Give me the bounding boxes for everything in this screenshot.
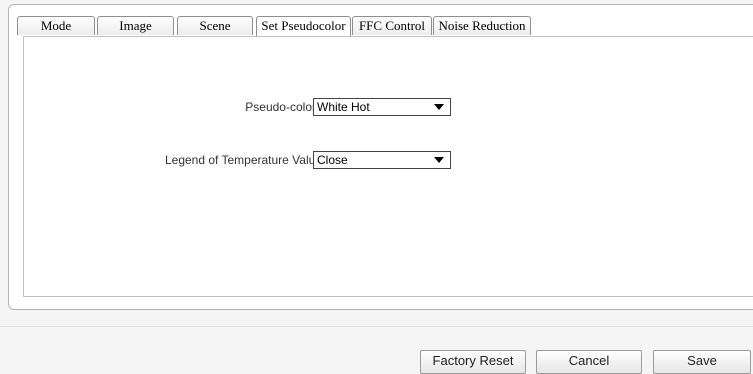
tab-set-pseudocolor[interactable]: Set Pseudocolor [256,16,351,36]
legend-temperature-label: Legend of Temperature Value [164,153,322,167]
cancel-button[interactable]: Cancel [536,350,642,374]
tab-image[interactable]: Image [97,16,174,35]
chevron-down-icon [434,104,444,110]
tab-noise-reduction[interactable]: Noise Reduction [433,16,531,35]
tab-scene[interactable]: Scene [177,16,253,35]
content-area: Pseudo-colors White Hot Legend of Temper… [23,36,753,297]
legend-temperature-select[interactable]: Close [313,151,451,169]
tab-mode[interactable]: Mode [17,16,95,35]
pseudo-colors-select[interactable]: White Hot [313,98,451,116]
pseudo-colors-label: Pseudo-colors [245,100,322,114]
factory-reset-button[interactable]: Factory Reset [420,350,526,374]
chevron-down-icon [434,157,444,163]
footer-divider [0,326,753,327]
pseudo-colors-value: White Hot [317,100,370,114]
tab-ffc-control[interactable]: FFC Control [352,16,432,35]
save-button[interactable]: Save [653,350,751,374]
legend-temperature-value: Close [317,153,348,167]
